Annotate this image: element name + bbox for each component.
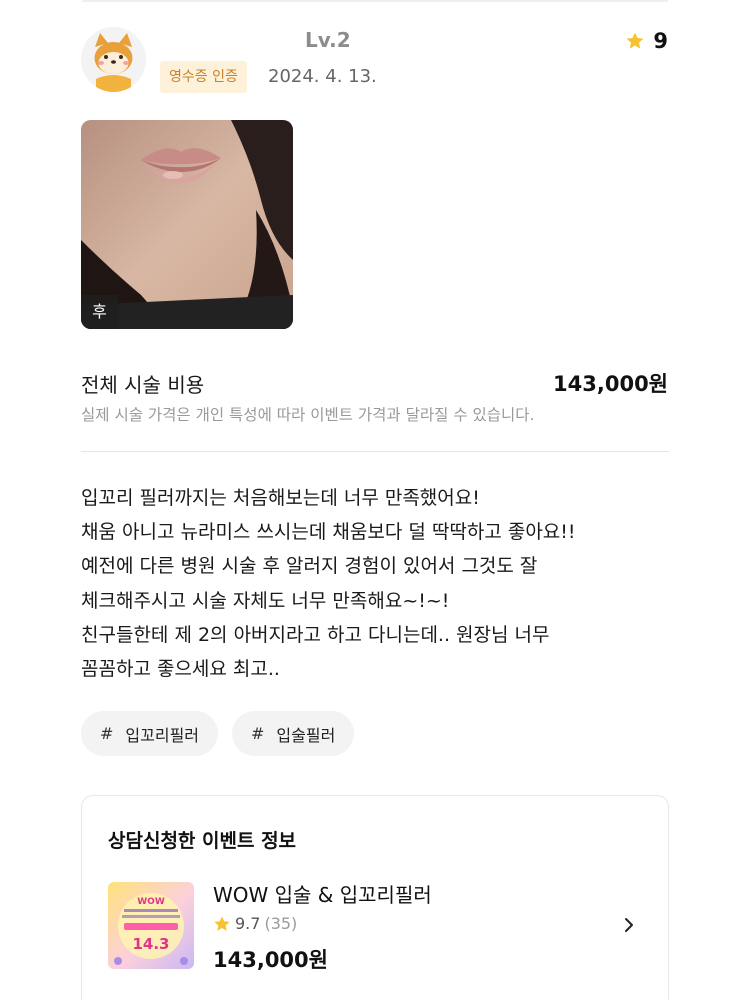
review-photo[interactable]: 후: [81, 120, 293, 329]
review-line: 친구들한테 제 2의 아버지라고 하고 다니는데.. 원장님 너무: [81, 623, 550, 646]
total-cost-value: 143,000원: [553, 372, 668, 396]
tag-chip-lip-corner-filler[interactable]: # 입꼬리필러: [81, 711, 219, 756]
top-divider: [82, 0, 668, 2]
avatar[interactable]: [81, 27, 146, 92]
review-date: 2024. 4. 13.: [268, 66, 377, 87]
cost-disclaimer: 실제 시술 가격은 개인 특성에 따라 이벤트 가격과 달라질 수 있습니다.: [81, 406, 535, 424]
event-thumbnail: WOW 14.3: [108, 882, 194, 969]
hash-symbol: #: [251, 724, 265, 743]
star-icon: [626, 32, 644, 49]
receipt-verified-badge: 영수증 인증: [160, 61, 247, 93]
tag-label: 입술필러: [276, 725, 336, 745]
star-icon: [214, 915, 230, 931]
section-divider: [81, 451, 669, 452]
event-rating-score: 9.7: [235, 914, 261, 933]
event-banner-image: WOW 14.3: [108, 882, 194, 969]
event-info-card[interactable]: 상담신청한 이벤트 정보 WOW 14.3 WOW 입술 & 입꼬리필러 9.7…: [81, 795, 669, 1000]
review-line: 예전에 다른 병원 시술 후 알러지 경험이 있어서 그것도 잘: [81, 555, 538, 578]
shiba-dog-avatar-icon: [81, 27, 146, 92]
event-price: 143,000원: [213, 948, 328, 972]
event-name: WOW 입술 & 입꼬리필러: [213, 883, 432, 907]
user-level: Lv.2: [305, 28, 351, 52]
review-body: 입꼬리 필러까지는 처음해보는데 너무 만족했어요! 채움 아니고 뉴라미스 쓰…: [81, 481, 681, 686]
like-button[interactable]: 9: [625, 29, 668, 53]
tag-label: 입꼬리필러: [125, 725, 200, 745]
event-rating: 9.7 (35): [213, 914, 297, 933]
total-cost-label: 전체 시술 비용: [81, 373, 205, 397]
after-photo-tag: 후: [81, 295, 118, 329]
event-rating-count: (35): [264, 914, 298, 933]
event-section-title: 상담신청한 이벤트 정보: [108, 830, 297, 852]
tag-chip-lip-filler[interactable]: # 입술필러: [232, 711, 355, 756]
event-thumb-price: 14.3: [132, 935, 169, 953]
review-line: 체크해주시고 시술 자체도 너무 만족해요~!~!: [81, 589, 450, 612]
review-line: 입꼬리 필러까지는 처음해보는데 너무 만족했어요!: [81, 487, 480, 509]
review-line: 채움 아니고 뉴라미스 쓰시는데 채움보다 덜 딱딱하고 좋아요!!: [81, 521, 576, 544]
tag-list: # 입꼬리필러 # 입술필러: [81, 711, 355, 756]
hash-symbol: #: [100, 724, 114, 743]
review-line: 꼼꼼하고 좋으세요 최고..: [81, 658, 280, 681]
event-thumb-title: WOW: [137, 897, 165, 907]
like-count: 9: [653, 29, 668, 53]
chevron-right-icon[interactable]: [622, 916, 636, 934]
